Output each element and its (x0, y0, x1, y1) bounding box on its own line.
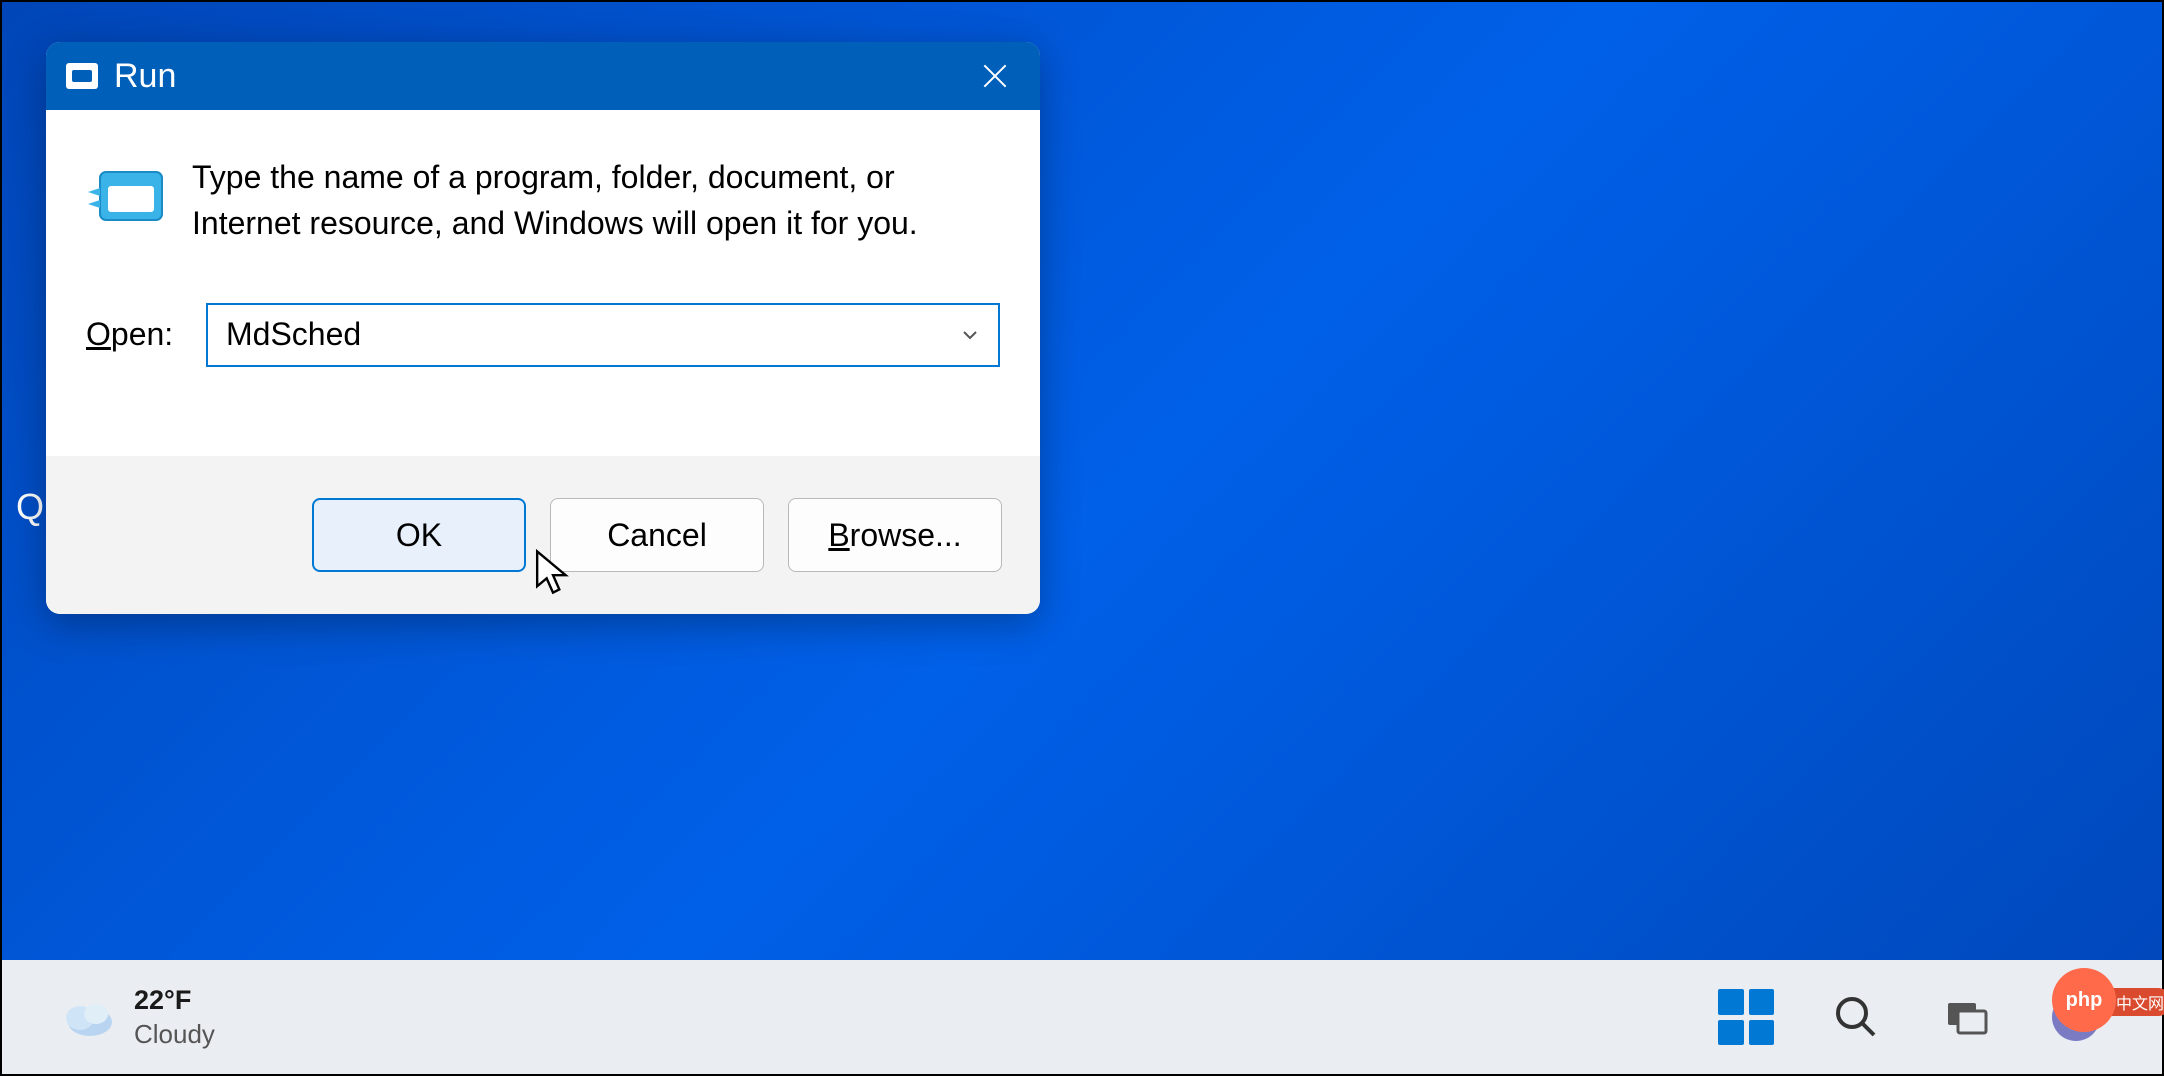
start-button[interactable] (1718, 989, 1774, 1045)
run-dialog: Run Type the name of a program, folder, … (46, 42, 1040, 614)
weather-widget[interactable]: 22°F Cloudy (60, 984, 215, 1050)
open-input[interactable] (206, 303, 1000, 367)
cancel-button[interactable]: Cancel (550, 498, 764, 572)
dialog-footer: OK Cancel Browse... (46, 456, 1040, 614)
run-titlebar-icon (66, 63, 98, 89)
windows-logo-icon (1718, 989, 1774, 1045)
task-view-icon (1942, 993, 1990, 1041)
dialog-description: Type the name of a program, folder, docu… (192, 154, 1000, 247)
watermark-logo: php (2052, 968, 2116, 1032)
taskbar[interactable]: 22°F Cloudy (2, 960, 2162, 1074)
weather-temperature: 22°F (134, 984, 215, 1018)
window-title: Run (114, 57, 176, 96)
weather-condition: Cloudy (134, 1018, 215, 1051)
open-label: Open: (86, 316, 186, 353)
search-icon (1832, 993, 1880, 1041)
browse-button[interactable]: Browse... (788, 498, 1002, 572)
close-icon (979, 60, 1011, 92)
dialog-body: Type the name of a program, folder, docu… (46, 110, 1040, 456)
open-combobox[interactable] (206, 303, 1000, 367)
task-view-button[interactable] (1938, 989, 1994, 1045)
search-button[interactable] (1828, 989, 1884, 1045)
watermark-badge: php 中文网 (2052, 968, 2156, 1032)
run-program-icon (86, 158, 168, 230)
titlebar[interactable]: Run (46, 42, 1040, 110)
ok-button[interactable]: OK (312, 498, 526, 572)
weather-cloud-icon (60, 992, 116, 1043)
desktop-partial-text: Q (16, 486, 44, 528)
close-button[interactable] (950, 42, 1040, 110)
